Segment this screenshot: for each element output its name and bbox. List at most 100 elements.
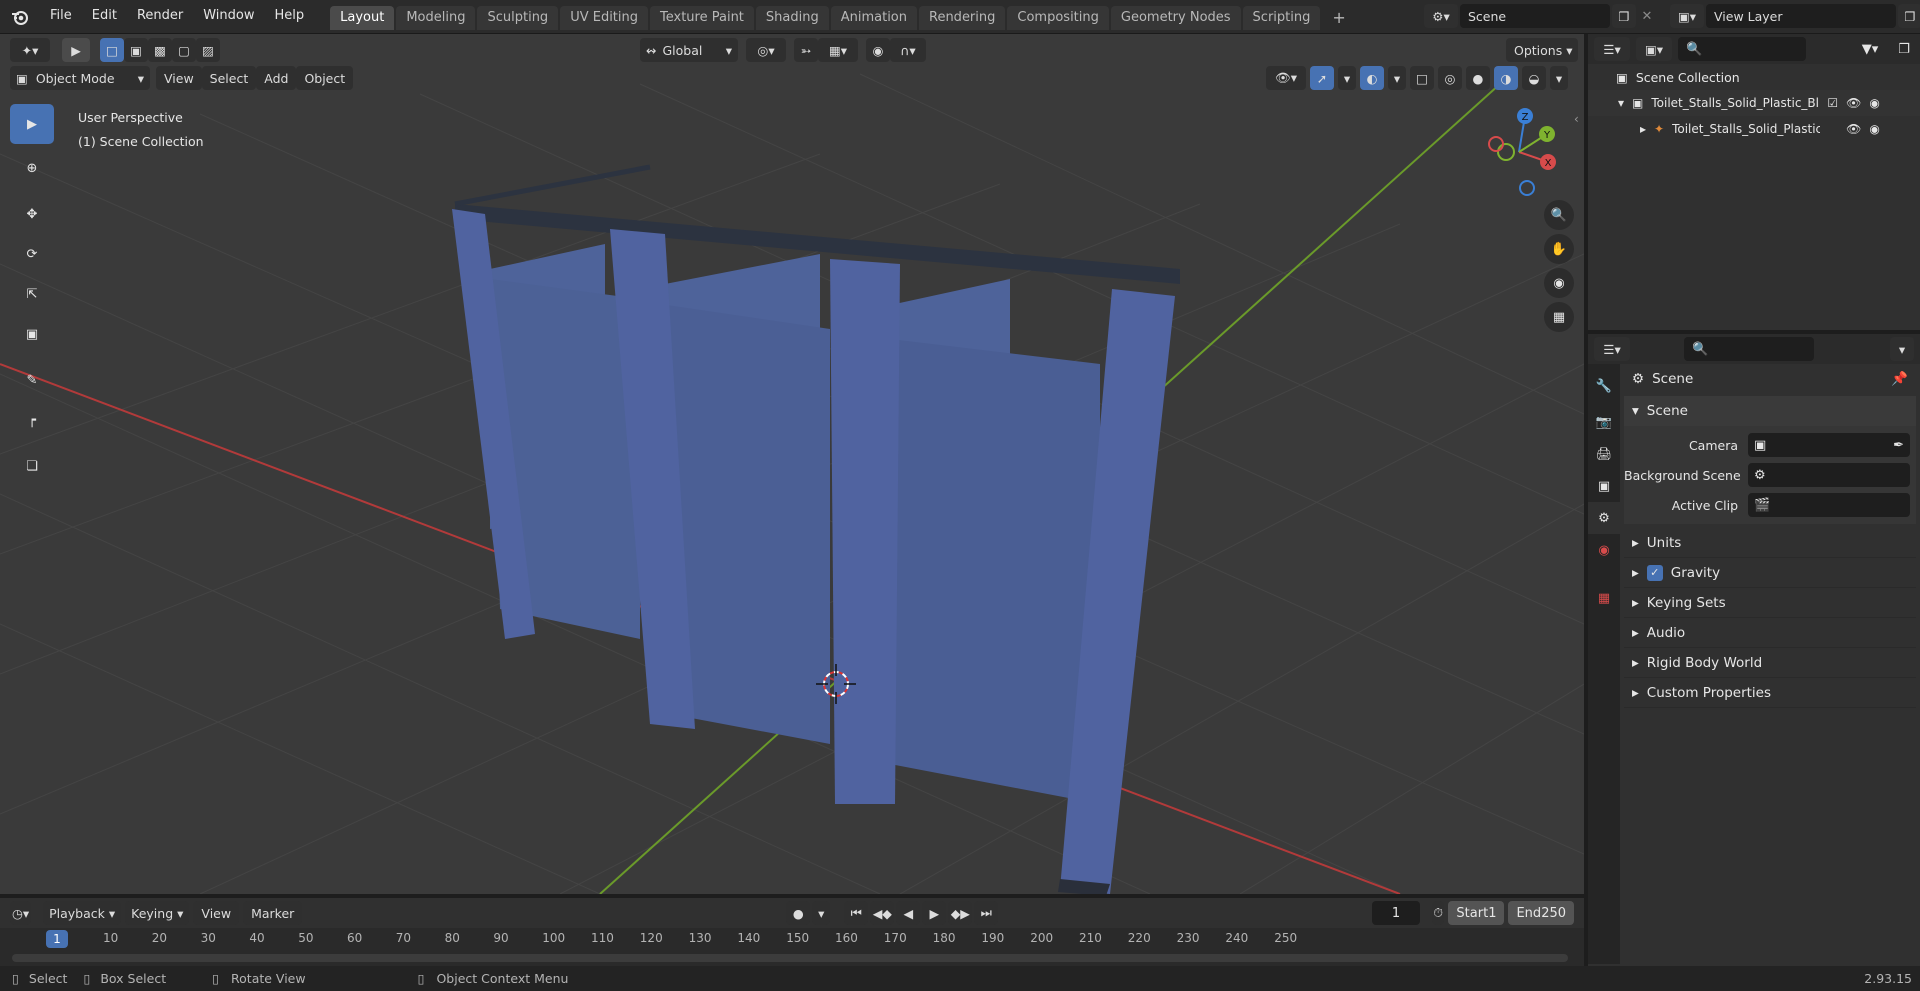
xray-toggle-icon[interactable]: □ — [1410, 66, 1434, 90]
render-tab-icon[interactable]: 📷 — [1588, 406, 1620, 438]
scene-panel-header[interactable]: ▾ Scene — [1624, 396, 1916, 426]
visibility-icon[interactable]: 👁▾ — [1266, 66, 1306, 90]
tab-modeling[interactable]: Modeling — [396, 5, 476, 30]
navigation-gizmo[interactable]: Z X Y — [1474, 104, 1564, 200]
scene-browse-icon[interactable]: ⚙▾ — [1424, 4, 1458, 28]
scene-name-field[interactable]: Scene — [1460, 4, 1610, 28]
record-icon[interactable]: ● — [786, 901, 811, 925]
select-mode-new-icon[interactable]: □ — [100, 38, 124, 62]
overlay-toggle-icon[interactable]: ◐ — [1360, 66, 1384, 90]
select-box-tool-icon[interactable]: ▶ — [10, 104, 54, 144]
options-dropdown[interactable]: Options ▾ — [1506, 38, 1578, 62]
tab-shading[interactable]: Shading — [755, 5, 829, 30]
menu-timeline-view[interactable]: View — [193, 901, 240, 925]
timeline-ruler[interactable]: 1 10 20 30 40 50 60 70 80 90 100 110 120 130 140 150 16… — [0, 928, 1584, 966]
texture-tab-icon[interactable]: ▦ — [1588, 582, 1620, 614]
camera-field[interactable]: ▣ ✒ — [1748, 433, 1910, 457]
ortho-grid-icon[interactable]: ▦ — [1544, 302, 1574, 332]
snap-options-icon[interactable]: ▦▾ — [818, 38, 858, 62]
transform-orientation-dropdown[interactable]: ↭ Global ▾ — [640, 38, 738, 62]
menu-select[interactable]: Select — [201, 66, 257, 90]
timeline-scrollbar[interactable] — [12, 954, 1568, 962]
play-reverse-icon[interactable]: ◀ — [896, 901, 921, 925]
scale-tool-icon[interactable]: ⇱ — [10, 274, 54, 314]
units-panel-header[interactable]: ▸ Units — [1624, 528, 1916, 558]
tab-compositing[interactable]: Compositing — [1007, 5, 1109, 30]
expand-right-icon[interactable]: ▸ — [1640, 122, 1646, 136]
select-mode-subtract-icon[interactable]: ▩ — [148, 38, 172, 62]
copy-view-layer-icon[interactable]: ❐ — [1898, 4, 1920, 28]
outliner-row-object[interactable]: ▸ ✦ Toilet_Stalls_Solid_Plastic 👁 ◉ — [1588, 116, 1920, 142]
menu-render[interactable]: Render — [127, 0, 193, 34]
preview-range-icon[interactable]: ⏱ — [1431, 901, 1445, 925]
editor-type-icon[interactable]: ✦▾ — [10, 38, 50, 62]
background-scene-field[interactable]: ⚙ — [1748, 463, 1910, 487]
menu-keying[interactable]: Keying ▾ — [125, 901, 190, 925]
current-frame-field[interactable]: 1 — [1372, 901, 1420, 925]
outliner-editor-type-icon[interactable]: ☰▾ — [1594, 37, 1630, 61]
new-collection-icon[interactable]: ❐ — [1894, 42, 1914, 57]
filter-icon[interactable]: ▼▾ — [1852, 42, 1888, 57]
solid-shading-icon[interactable]: ● — [1466, 66, 1490, 90]
menu-add[interactable]: Add — [256, 66, 297, 90]
remove-scene-icon[interactable]: ✕ — [1636, 9, 1658, 24]
proportional-falloff-icon[interactable]: ∩▾ — [890, 38, 926, 62]
menu-view[interactable]: View — [156, 66, 202, 90]
material-shading-icon[interactable]: ◑ — [1494, 66, 1518, 90]
blender-logo-icon[interactable] — [0, 0, 40, 34]
select-tool-icon[interactable]: ▶ — [62, 38, 90, 62]
exclude-checkbox-icon[interactable]: ☑ — [1827, 96, 1838, 110]
gizmo-toggle-icon[interactable]: ➚ — [1310, 66, 1334, 90]
view-layer-name-field[interactable]: View Layer — [1706, 4, 1896, 28]
3d-viewport[interactable]: ✦▾ ▶ □ ▣ ▩ ▢ ▨ ↭ Global ▾ ◎▾ ➳ ▦▾ ◉ ∩▾ Opt… — [0, 34, 1584, 894]
measure-tool-icon[interactable]: ┍ — [10, 400, 54, 440]
next-keyframe-icon[interactable]: ◆▶ — [948, 901, 973, 925]
eye-icon[interactable]: 👁 — [1846, 122, 1861, 136]
rotate-tool-icon[interactable]: ⟳ — [10, 234, 54, 274]
camera-view-icon[interactable]: ◉ — [1544, 268, 1574, 298]
menu-file[interactable]: File — [40, 0, 82, 34]
menu-window[interactable]: Window — [193, 0, 264, 34]
overlay-options-icon[interactable]: ▾ — [1388, 66, 1406, 90]
jump-end-icon[interactable]: ⏭ — [974, 901, 999, 925]
gravity-panel-header[interactable]: ▸ ✓ Gravity — [1624, 558, 1916, 588]
expand-down-icon[interactable]: ▾ — [1618, 96, 1624, 110]
move-tool-icon[interactable]: ✥ — [10, 194, 54, 234]
menu-object[interactable]: Object — [296, 66, 354, 90]
tab-rendering[interactable]: Rendering — [919, 5, 1006, 30]
audio-panel-header[interactable]: ▸ Audio — [1624, 618, 1916, 648]
prev-keyframe-icon[interactable]: ◀◆ — [870, 901, 895, 925]
shading-options-icon[interactable]: ▾ — [1550, 66, 1568, 90]
eyedropper-icon[interactable]: ✒ — [1893, 438, 1904, 453]
transform-tool-icon[interactable]: ▣ — [10, 314, 54, 354]
tab-animation[interactable]: Animation — [830, 5, 917, 30]
cursor-tool-icon[interactable]: ⊕ — [10, 148, 54, 188]
outliner-search-input[interactable]: 🔍 — [1678, 37, 1806, 61]
play-icon[interactable]: ▶ — [922, 901, 947, 925]
snap-toggle-icon[interactable]: ➳ — [794, 38, 818, 62]
display-mode-icon[interactable]: ▣▾ — [1636, 37, 1672, 61]
playhead-frame-indicator[interactable]: 1 — [46, 930, 68, 948]
eye-icon[interactable]: 👁 — [1846, 96, 1861, 110]
menu-playback[interactable]: Playback ▾ — [43, 901, 122, 925]
menu-edit[interactable]: Edit — [82, 0, 127, 34]
start-frame-field[interactable]: Start 1 — [1448, 901, 1505, 925]
pin-icon[interactable]: 📌 — [1891, 371, 1908, 387]
end-frame-field[interactable]: End 250 — [1508, 901, 1575, 925]
world-tab-icon[interactable]: ◉ — [1588, 534, 1620, 566]
sidebar-toggle-icon[interactable]: ‹ — [1574, 112, 1579, 126]
tab-sculpting[interactable]: Sculpting — [477, 5, 559, 30]
add-cube-tool-icon[interactable]: ❏ — [10, 446, 54, 486]
gravity-checkbox[interactable]: ✓ — [1646, 564, 1663, 581]
select-mode-invert-icon[interactable]: ▢ — [172, 38, 196, 62]
zoom-icon[interactable]: 🔍 — [1544, 200, 1574, 230]
outliner-row-collection[interactable]: ▾ ▣ Toilet_Stalls_Solid_Plastic_Blue ☑ 👁… — [1588, 90, 1920, 116]
tab-uv-editing[interactable]: UV Editing — [560, 5, 649, 30]
tab-geometry-nodes[interactable]: Geometry Nodes — [1110, 5, 1241, 30]
tab-scripting[interactable]: Scripting — [1242, 5, 1321, 30]
view-layer-browse-icon[interactable]: ▣▾ — [1670, 4, 1704, 28]
jump-start-icon[interactable]: ⏮ — [844, 901, 869, 925]
tool-tab-icon[interactable]: 🔧 — [1588, 370, 1620, 402]
keying-sets-panel-header[interactable]: ▸ Keying Sets — [1624, 588, 1916, 618]
render-camera-icon[interactable]: ◉ — [1869, 122, 1879, 136]
